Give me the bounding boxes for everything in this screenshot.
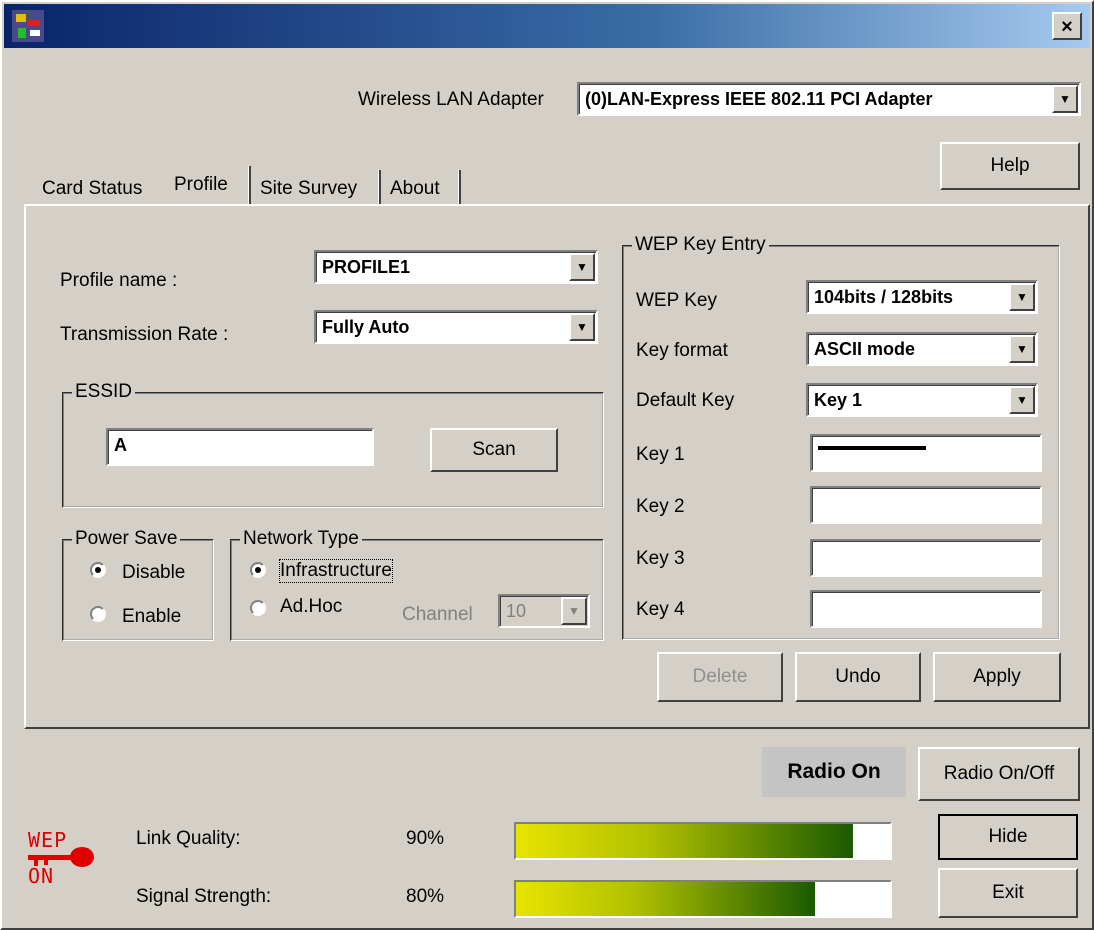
key4-input[interactable] (810, 590, 1042, 628)
channel-label: Channel (402, 604, 473, 625)
signal-strength-bar (514, 880, 892, 918)
chevron-down-icon[interactable]: ▼ (569, 253, 595, 281)
channel-select: 10 ▼ (498, 594, 590, 628)
key3-input[interactable] (810, 539, 1042, 577)
radio-status-indicator: Radio On (762, 747, 906, 797)
adhoc-label[interactable]: Ad.Hoc (280, 596, 342, 618)
essid-input[interactable]: A (106, 428, 374, 466)
infrastructure-radio[interactable] (250, 562, 266, 578)
key1-input[interactable] (810, 434, 1042, 472)
tab-divider (379, 170, 381, 204)
wep-logo-bottom-text: ON (28, 864, 55, 888)
chevron-down-icon[interactable]: ▼ (1009, 386, 1035, 414)
profile-name-select[interactable]: PROFILE1 ▼ (314, 250, 598, 284)
key-format-value: ASCII mode (814, 339, 916, 359)
wep-on-icon: WEP ON (26, 822, 98, 892)
adapter-label: Wireless LAN Adapter (358, 89, 544, 110)
power-save-disable-radio[interactable] (90, 562, 106, 578)
transmission-rate-select[interactable]: Fully Auto ▼ (314, 310, 598, 344)
app-icon (12, 10, 44, 42)
transmission-rate-label: Transmission Rate : (60, 324, 229, 345)
profile-name-value: PROFILE1 (322, 257, 411, 277)
power-save-enable-radio[interactable] (90, 606, 106, 622)
signal-strength-label: Signal Strength: (136, 886, 272, 907)
hide-button[interactable]: Hide (938, 814, 1078, 860)
radio-toggle-button[interactable]: Radio On/Off (918, 747, 1080, 801)
help-button[interactable]: Help (940, 142, 1080, 190)
tab-profile[interactable]: Profile (174, 174, 228, 196)
power-save-enable-label[interactable]: Enable (122, 606, 181, 628)
tab-site-survey[interactable]: Site Survey (260, 178, 357, 200)
key-format-select[interactable]: ASCII mode ▼ (806, 332, 1038, 366)
adhoc-radio[interactable] (250, 600, 266, 616)
wep-key-value: 104bits / 128bits (814, 287, 954, 307)
tab-about[interactable]: About (390, 178, 440, 200)
tab-card-status[interactable]: Card Status (42, 178, 142, 200)
default-key-value: Key 1 (814, 390, 863, 410)
chevron-down-icon[interactable]: ▼ (569, 313, 595, 341)
link-quality-fill (516, 824, 853, 858)
adapter-select-value: (0)LAN-Express IEEE 802.11 PCI Adapter (585, 89, 933, 109)
network-type-group-title: Network Type (240, 528, 362, 550)
tab-divider (249, 166, 251, 204)
power-save-group-title: Power Save (72, 528, 181, 550)
link-quality-bar (514, 822, 892, 860)
tab-divider (459, 170, 461, 204)
chevron-down-icon: ▼ (561, 597, 587, 625)
key2-label: Key 2 (636, 496, 685, 517)
undo-button[interactable]: Undo (795, 652, 921, 702)
title-bar[interactable]: × (4, 4, 1090, 48)
key-format-label: Key format (636, 340, 728, 361)
infrastructure-label[interactable]: Infrastructure (279, 559, 393, 583)
exit-button[interactable]: Exit (938, 868, 1078, 918)
key4-label: Key 4 (636, 599, 685, 620)
masked-password (818, 446, 926, 450)
signal-strength-fill (516, 882, 816, 916)
wep-key-entry-title: WEP Key Entry (632, 234, 769, 256)
apply-button[interactable]: Apply (933, 652, 1061, 702)
key2-input[interactable] (810, 486, 1042, 524)
main-window: × Wireless LAN Adapter (0)LAN-Express IE… (0, 0, 1094, 930)
link-quality-label: Link Quality: (136, 828, 241, 849)
signal-strength-value: 80% (406, 886, 445, 907)
chevron-down-icon[interactable]: ▼ (1052, 85, 1078, 113)
profile-name-label: Profile name : (60, 270, 178, 291)
chevron-down-icon[interactable]: ▼ (1009, 283, 1035, 311)
key1-label: Key 1 (636, 444, 685, 465)
delete-button: Delete (657, 652, 783, 702)
power-save-disable-label[interactable]: Disable (122, 562, 185, 584)
link-quality-value: 90% (406, 828, 445, 849)
key3-label: Key 3 (636, 548, 685, 569)
transmission-rate-value: Fully Auto (322, 317, 410, 337)
default-key-label: Default Key (636, 390, 735, 411)
essid-group-title: ESSID (72, 381, 136, 403)
essid-value: A (114, 435, 127, 455)
adapter-select[interactable]: (0)LAN-Express IEEE 802.11 PCI Adapter ▼ (577, 82, 1081, 116)
scan-button[interactable]: Scan (430, 428, 558, 472)
default-key-select[interactable]: Key 1 ▼ (806, 383, 1038, 417)
channel-value: 10 (506, 601, 527, 621)
wep-key-select[interactable]: 104bits / 128bits ▼ (806, 280, 1038, 314)
close-button[interactable]: × (1052, 12, 1082, 40)
wep-key-label: WEP Key (636, 290, 717, 311)
chevron-down-icon[interactable]: ▼ (1009, 335, 1035, 363)
